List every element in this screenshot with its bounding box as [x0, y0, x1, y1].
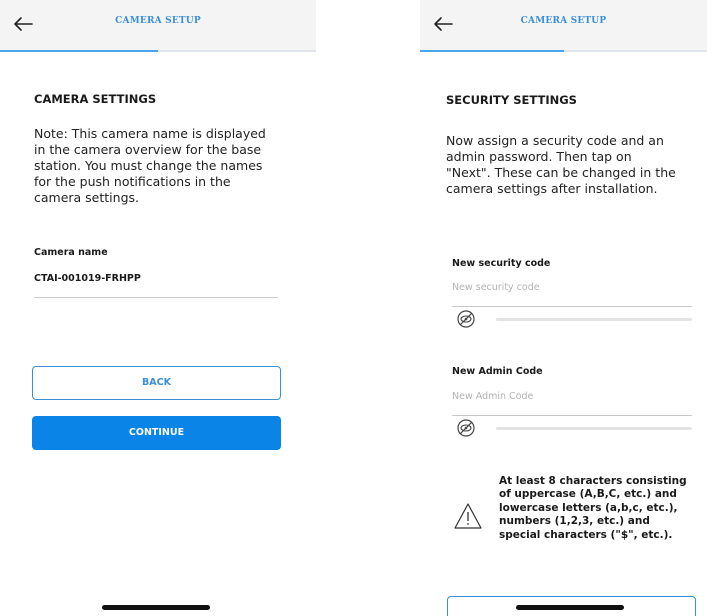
- security-code-input[interactable]: [452, 280, 687, 294]
- security-code-underline: [452, 306, 692, 307]
- top-bar: CAMERA SETUP: [420, 0, 707, 52]
- note-line: in the camera overview for the base: [34, 142, 262, 157]
- note-line: Note: This camera name is displayed: [34, 126, 266, 141]
- hint-line: special characters ("$", etc.).: [499, 528, 673, 541]
- continue-button[interactable]: CONTINUE: [32, 416, 281, 450]
- hint-line: of uppercase (A,B,C, etc.) and: [499, 488, 677, 501]
- admin-code-input[interactable]: [452, 389, 687, 403]
- camera-name-underline: [34, 297, 278, 298]
- admin-code-underline: [452, 415, 692, 416]
- security-code-label: New security code: [452, 258, 551, 269]
- progress-fill: [420, 50, 564, 52]
- hint-line: numbers (1,2,3, etc.) and: [499, 515, 650, 528]
- intro-line: "Next". These can be changed in the: [446, 165, 676, 180]
- password-strength-bar: [496, 427, 692, 430]
- note-text: Note: This camera name is displayed in t…: [34, 126, 266, 206]
- section-title: SECURITY SETTINGS: [446, 93, 577, 107]
- intro-line: camera settings after installation.: [446, 181, 658, 196]
- hint-line: At least 8 characters consisting: [499, 475, 687, 487]
- intro-text: Now assign a security code and an admin …: [446, 133, 676, 197]
- eye-slash-icon[interactable]: [456, 418, 476, 438]
- home-indicator[interactable]: [516, 605, 624, 610]
- password-requirements-hint: At least 8 characters consisting of uppe…: [499, 475, 687, 542]
- intro-line: admin password. Then tap on: [446, 149, 632, 164]
- hint-line: lowercase letters (a,b,c, etc.),: [499, 501, 678, 514]
- note-line: camera settings.: [34, 190, 139, 205]
- header-title: CAMERA SETUP: [520, 16, 607, 26]
- warning-triangle-icon: [454, 503, 482, 529]
- security-settings-screen: CAMERA SETUP SECURITY SETTINGS Now assig…: [420, 0, 707, 616]
- top-bar: CAMERA SETUP: [0, 0, 316, 52]
- home-indicator[interactable]: [102, 605, 210, 610]
- intro-line: Now assign a security code and an: [446, 133, 664, 148]
- note-line: for the push notifications in the: [34, 174, 231, 189]
- progress-bar: [420, 50, 707, 52]
- back-button[interactable]: BACK: [32, 366, 281, 400]
- camera-name-label: Camera name: [34, 247, 108, 258]
- camera-settings-screen: CAMERA SETUP CAMERA SETTINGS Note: This …: [0, 0, 316, 612]
- progress-bar: [0, 50, 316, 52]
- note-line: station. You must change the names: [34, 158, 263, 173]
- progress-fill: [0, 50, 158, 52]
- camera-name-field[interactable]: CTAI-001019-FRHPP: [34, 273, 141, 284]
- section-title: CAMERA SETTINGS: [34, 92, 157, 106]
- header-title: CAMERA SETUP: [115, 16, 201, 26]
- password-strength-bar: [496, 318, 692, 321]
- admin-code-label: New Admin Code: [452, 366, 543, 377]
- eye-slash-icon[interactable]: [456, 309, 476, 329]
